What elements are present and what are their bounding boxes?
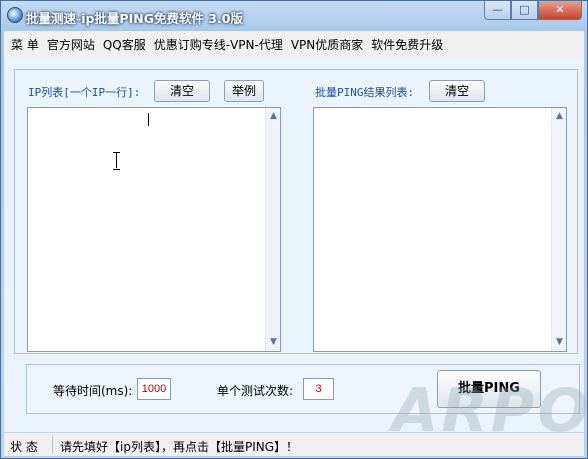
window-controls: — □ ✕ [484, 1, 582, 20]
menu-item-qq-support[interactable]: QQ客服 [99, 36, 150, 53]
title-bar[interactable]: 批量测速-ip批量PING免费软件 3.0版 — □ ✕ [1, 1, 587, 31]
scroll-up-icon[interactable]: ▲ [553, 109, 566, 124]
menu-item-upgrade[interactable]: 软件免费升级 [367, 36, 447, 53]
test-count-label: 单个测试次数: [217, 384, 294, 398]
minimize-button[interactable]: — [484, 1, 511, 20]
result-list-scrollbar[interactable]: ▲ ▼ [551, 108, 566, 351]
ip-list-textarea[interactable] [27, 107, 281, 352]
result-list-label: 批量PING结果列表: [315, 86, 415, 99]
result-clear-button[interactable]: 清空 [429, 80, 485, 102]
scroll-up-icon[interactable]: ▲ [267, 109, 280, 124]
status-bar: 状 态 请先填好【ip列表】，再点击【批量PING】！ [4, 432, 584, 456]
timeout-label: 等待时间(ms): [53, 384, 133, 398]
app-window: 批量测速-ip批量PING免费软件 3.0版 — □ ✕ 菜 单 官方网站 QQ… [0, 0, 588, 459]
window-title: 批量测速-ip批量PING免费软件 3.0版 [26, 11, 243, 26]
menu-item-main[interactable]: 菜 单 [7, 36, 43, 53]
ip-example-button[interactable]: 举例 [224, 80, 264, 102]
maximize-button[interactable]: □ [511, 1, 538, 20]
ibeam-cursor-icon [112, 152, 121, 170]
timeout-input[interactable]: 1000 [137, 378, 171, 400]
menu-item-official-site[interactable]: 官方网站 [43, 36, 99, 53]
ip-list-scrollbar[interactable]: ▲ ▼ [265, 108, 280, 351]
scroll-down-icon[interactable]: ▼ [267, 335, 280, 350]
status-message: 请先填好【ip列表】，再点击【批量PING】！ [60, 440, 299, 454]
menu-item-vpn-offer[interactable]: 优惠订购专线-VPN-代理 [150, 36, 287, 53]
scroll-down-icon[interactable]: ▼ [553, 335, 566, 350]
menu-bar: 菜 单 官方网站 QQ客服 优惠订购专线-VPN-代理 VPN优质商家 软件免费… [4, 31, 584, 58]
app-logo-icon [7, 7, 23, 23]
client-area: 菜 单 官方网站 QQ客服 优惠订购专线-VPN-代理 VPN优质商家 软件免费… [4, 31, 588, 456]
main-panel: IP列表[一个IP一行]: 清空 举例 批量PING结果列表: 清空 ▲ ▼ ▲… [14, 69, 578, 354]
status-divider [52, 436, 53, 453]
test-count-input[interactable]: 3 [303, 378, 334, 400]
batch-ping-button[interactable]: 批量PING [437, 370, 541, 408]
status-label: 状 态 [10, 440, 38, 454]
settings-panel: 等待时间(ms): 1000 单个测试次数: 3 批量PING [26, 364, 580, 414]
ip-clear-button[interactable]: 清空 [154, 80, 210, 102]
ip-list-label: IP列表[一个IP一行]: [28, 86, 141, 99]
close-button[interactable]: ✕ [538, 1, 582, 20]
text-caret [148, 113, 149, 126]
menu-item-vpn-vendors[interactable]: VPN优质商家 [287, 36, 367, 53]
result-list[interactable] [313, 107, 567, 352]
